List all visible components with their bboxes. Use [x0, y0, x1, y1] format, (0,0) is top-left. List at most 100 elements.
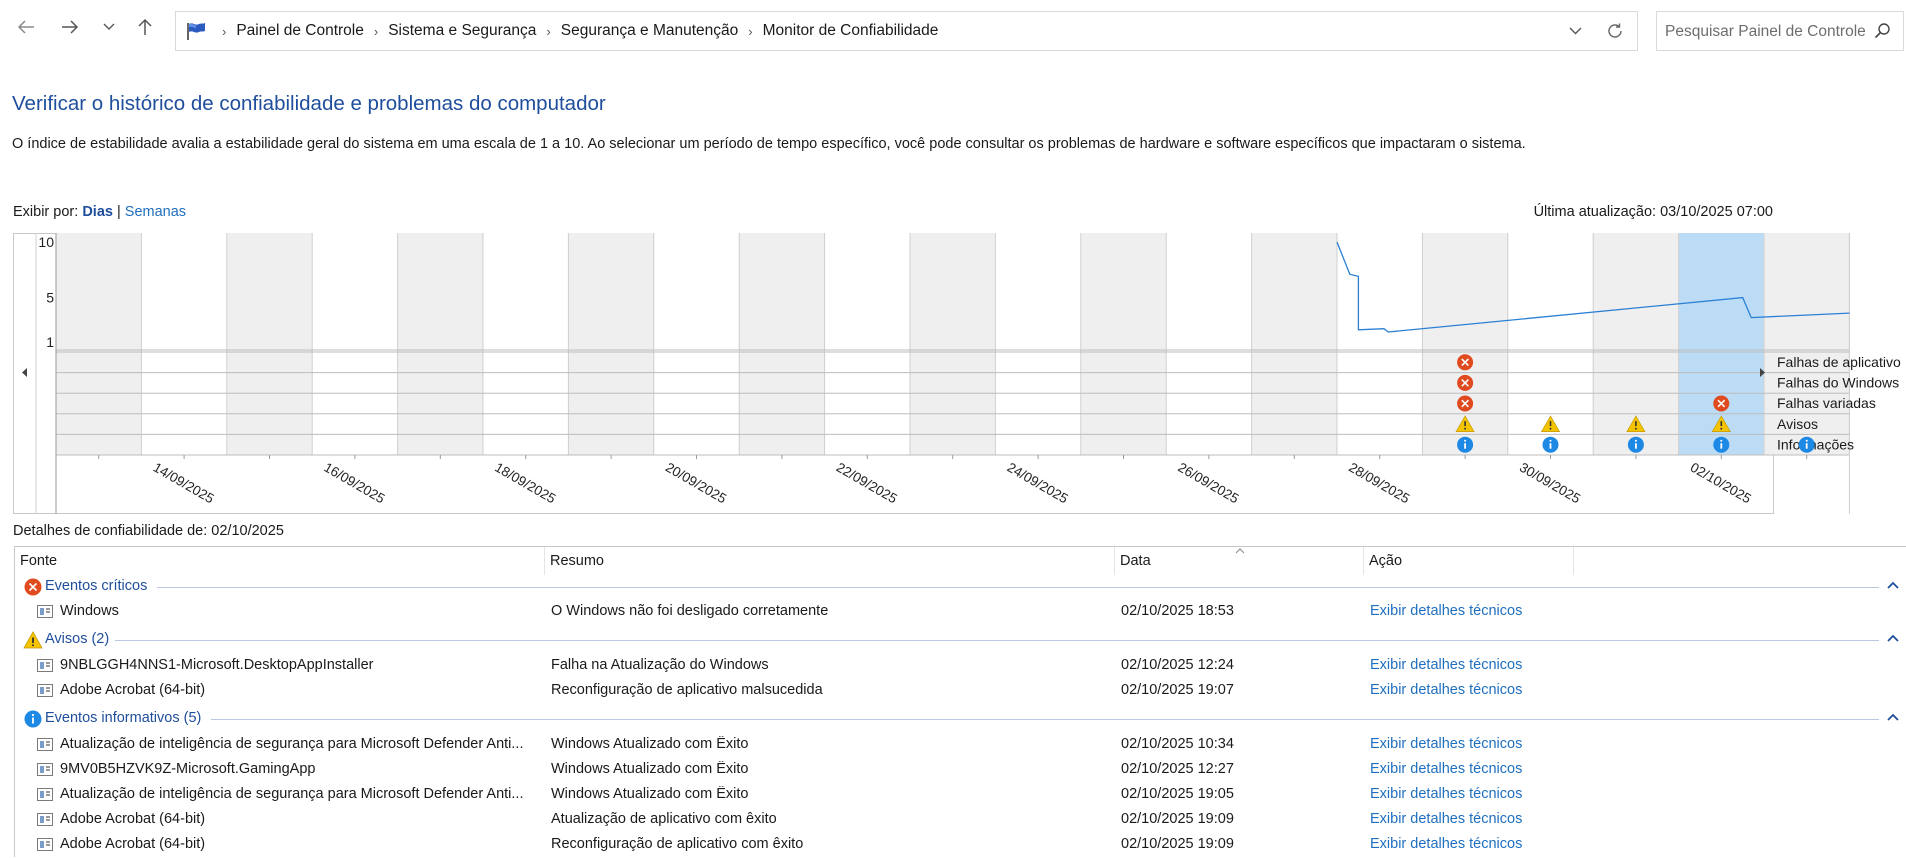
day-column-25/09/2025[interactable]	[1080, 233, 1167, 455]
error-icon	[24, 578, 42, 596]
collapse-chevron-icon[interactable]	[1887, 713, 1899, 721]
day-column-19/09/2025[interactable]	[568, 233, 654, 455]
day-column-26/09/2025[interactable]	[1166, 233, 1252, 455]
column-header-resumo[interactable]: Resumo	[545, 547, 1115, 575]
search-input[interactable]: Pesquisar Painel de Controle	[1665, 23, 1866, 41]
table-row[interactable]: Windows O Windows não foi desligado corr…	[15, 600, 1906, 625]
table-row[interactable]: Adobe Acrobat (64-bit) Reconfiguração de…	[15, 679, 1906, 704]
event-row-label: Falhas do Windows	[1777, 375, 1899, 391]
row-summary: O Windows não foi desligado corretamente	[551, 603, 829, 619]
error-event-icon[interactable]	[1457, 395, 1474, 412]
view-technical-details-link[interactable]: Exibir detalhes técnicos	[1370, 736, 1522, 752]
day-column-23/09/2025[interactable]	[910, 233, 996, 455]
error-event-icon[interactable]	[1713, 395, 1730, 412]
view-weeks-link[interactable]: Semanas	[125, 204, 186, 220]
row-date: 02/10/2025 18:53	[1121, 603, 1234, 619]
application-icon	[37, 738, 53, 751]
table-row[interactable]: Adobe Acrobat (64-bit) Reconfiguração de…	[15, 833, 1906, 858]
application-icon	[37, 788, 53, 801]
day-column-17/09/2025[interactable]	[397, 233, 483, 455]
error-event-icon[interactable]	[1457, 374, 1474, 391]
refresh-button[interactable]	[1593, 12, 1637, 50]
details-label: Detalhes de confiabilidade de: 02/10/202…	[13, 523, 284, 539]
day-column-20/09/2025[interactable]	[653, 233, 740, 455]
day-column-16/09/2025[interactable]	[312, 233, 398, 455]
view-technical-details-link[interactable]: Exibir detalhes técnicos	[1370, 786, 1522, 802]
view-days-link[interactable]: Dias	[82, 204, 113, 220]
view-technical-details-link[interactable]: Exibir detalhes técnicos	[1370, 603, 1522, 619]
view-technical-details-link[interactable]: Exibir detalhes técnicos	[1370, 811, 1522, 827]
application-icon	[37, 838, 53, 851]
day-column-13/09/2025[interactable]	[56, 233, 142, 455]
view-technical-details-link[interactable]: Exibir detalhes técnicos	[1370, 657, 1522, 673]
y-tick-label: 10	[38, 234, 54, 250]
row-date: 02/10/2025 12:27	[1121, 761, 1234, 777]
view-technical-details-link[interactable]: Exibir detalhes técnicos	[1370, 836, 1522, 852]
refresh-icon	[1608, 23, 1622, 38]
day-column-22/09/2025[interactable]	[824, 233, 910, 455]
column-header-data[interactable]: Data	[1115, 547, 1364, 575]
arrow-right-icon	[62, 20, 79, 34]
group-informational-events[interactable]: Eventos informativos (5)	[15, 708, 1906, 730]
info-event-icon[interactable]	[1542, 436, 1559, 453]
group-warnings[interactable]: Avisos (2)	[15, 629, 1906, 651]
address-dropdown-button[interactable]	[1557, 12, 1593, 50]
group-label: Eventos informativos (5)	[45, 710, 202, 726]
chevron-down-icon	[103, 23, 115, 30]
event-row-label: Avisos	[1777, 416, 1818, 432]
table-row[interactable]: 9MV0B5HZVK9Z-Microsoft.GamingApp Windows…	[15, 758, 1906, 783]
reliability-details-table: Fonte Resumo Data Ação Eventos críticos …	[14, 546, 1906, 857]
view-technical-details-link[interactable]: Exibir detalhes técnicos	[1370, 682, 1522, 698]
error-event-icon[interactable]	[1457, 354, 1474, 371]
row-summary: Windows Atualizado com Êxito	[551, 786, 749, 802]
info-event-icon[interactable]	[1713, 436, 1730, 453]
info-event-icon[interactable]	[1627, 436, 1644, 453]
breadcrumb-item-monitor[interactable]: Monitor de Confiabilidade	[763, 22, 939, 40]
forward-button[interactable]	[57, 14, 83, 40]
info-event-icon[interactable]	[1457, 436, 1474, 453]
day-column-28/09/2025[interactable]	[1337, 233, 1423, 455]
search-box[interactable]: Pesquisar Painel de Controle	[1656, 11, 1904, 51]
row-date: 02/10/2025 19:05	[1121, 786, 1234, 802]
back-button[interactable]	[13, 14, 39, 40]
day-column-18/09/2025[interactable]	[483, 233, 569, 455]
row-summary: Atualização de aplicativo com êxito	[551, 811, 777, 827]
column-header-acao[interactable]: Ação	[1364, 547, 1574, 575]
group-critical-events[interactable]: Eventos críticos	[15, 576, 1906, 598]
warning-icon	[23, 631, 43, 649]
column-header-fonte[interactable]: Fonte	[15, 547, 545, 575]
column-header-data-label: Data	[1120, 553, 1151, 569]
recent-locations-button[interactable]	[96, 14, 122, 40]
day-column-15/09/2025[interactable]	[226, 233, 313, 455]
view-technical-details-link[interactable]: Exibir detalhes técnicos	[1370, 761, 1522, 777]
breadcrumb-item-sistema[interactable]: Sistema e Segurança	[388, 22, 536, 40]
search-icon[interactable]	[1874, 22, 1891, 39]
breadcrumb-separator[interactable]: ›	[546, 24, 550, 39]
collapse-chevron-icon[interactable]	[1887, 634, 1899, 642]
breadcrumb-separator[interactable]: ›	[748, 24, 752, 39]
day-column-27/09/2025[interactable]	[1251, 233, 1337, 455]
up-button[interactable]	[132, 14, 158, 40]
info-icon	[24, 710, 42, 728]
breadcrumb-item-painel[interactable]: Painel de Controle	[236, 22, 364, 40]
row-source: 9MV0B5HZVK9Z-Microsoft.GamingApp	[60, 761, 316, 777]
day-column-24/09/2025[interactable]	[995, 233, 1081, 455]
view-by-label: Exibir por:	[13, 204, 79, 220]
table-row[interactable]: Atualização de inteligência de segurança…	[15, 733, 1906, 758]
day-column-14/09/2025[interactable]	[141, 233, 227, 455]
day-column-21/09/2025[interactable]	[739, 233, 825, 455]
table-row[interactable]: Atualização de inteligência de segurança…	[15, 783, 1906, 808]
table-row[interactable]: 9NBLGGH4NNS1-Microsoft.DesktopAppInstall…	[15, 654, 1906, 679]
breadcrumb-item-seguranca[interactable]: Segurança e Manutenção	[561, 22, 739, 40]
reliability-chart[interactable]: 10 5 1 Falhas de aplicativo Falhas do Window…	[0, 230, 1906, 514]
view-by: Exibir por: Dias | Semanas	[13, 204, 186, 220]
event-row-label: Falhas de aplicativo	[1777, 354, 1901, 370]
address-bar[interactable]: › Painel de Controle › Sistema e Seguran…	[175, 11, 1638, 51]
info-event-icon[interactable]	[1798, 436, 1815, 453]
breadcrumb-separator[interactable]: ›	[374, 24, 378, 39]
group-divider	[157, 587, 1879, 588]
collapse-chevron-icon[interactable]	[1887, 581, 1899, 589]
page-description: O índice de estabilidade avalia a estabi…	[12, 136, 1526, 152]
table-row[interactable]: Adobe Acrobat (64-bit) Atualização de ap…	[15, 808, 1906, 833]
application-icon	[37, 605, 53, 618]
